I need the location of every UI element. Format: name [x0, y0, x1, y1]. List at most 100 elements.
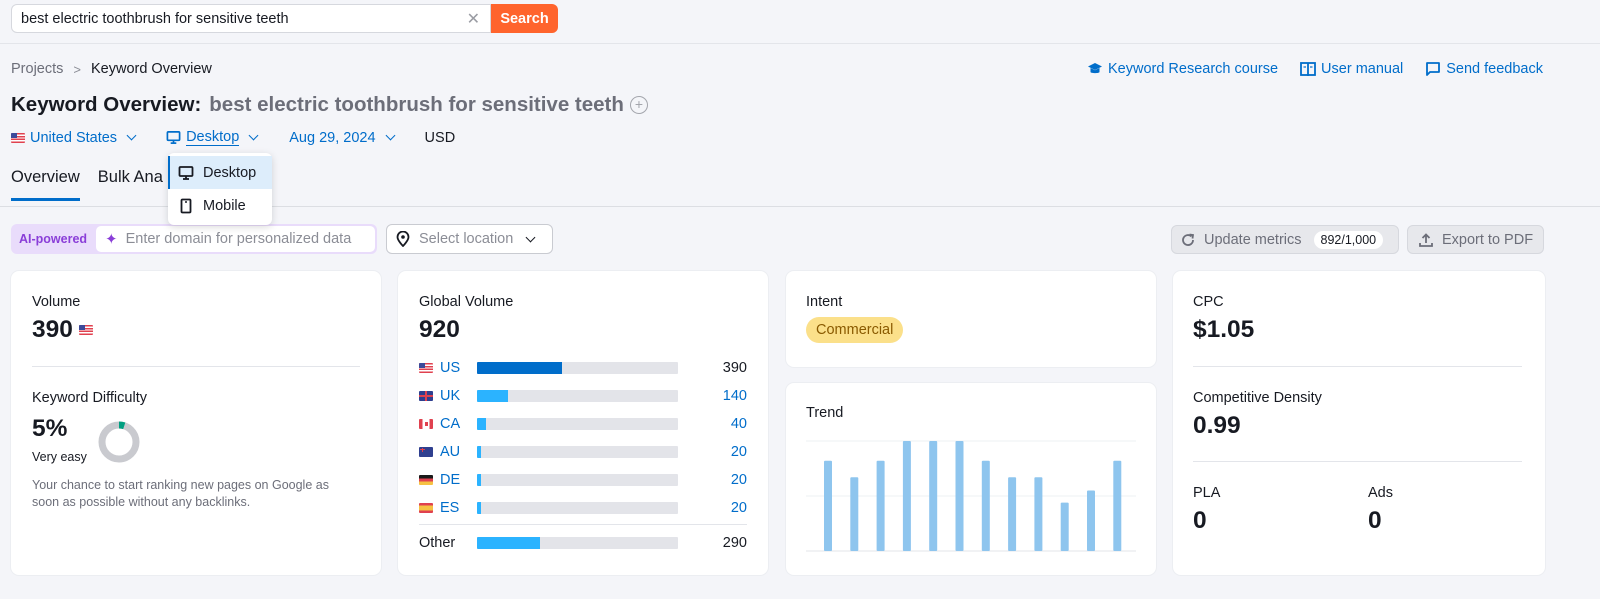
link-label: Send feedback — [1446, 61, 1543, 77]
close-icon[interactable]: ✕ — [467, 9, 480, 29]
kd-note: Your chance to start ranking new pages o… — [32, 478, 329, 509]
global-volume-label: Global Volume — [419, 294, 514, 310]
trend-bar[interactable] — [824, 460, 832, 551]
trend-bar[interactable] — [850, 477, 859, 551]
au-flag-icon — [419, 447, 433, 457]
trend-bar[interactable] — [1034, 477, 1043, 551]
pla-value: 0 — [1193, 507, 1207, 534]
cpc-card: CPC $1.05 Competitive Density 0.99 PLA 0… — [1173, 271, 1545, 575]
es-flag-icon — [419, 503, 433, 513]
country-code-link[interactable]: ES — [440, 500, 476, 516]
ai-powered-badge: AI-powered — [19, 232, 88, 246]
volume-divider — [32, 366, 360, 367]
keyword-search-input[interactable]: best electric toothbrush for sensitive t… — [11, 4, 491, 33]
country-code-link[interactable]: UK — [440, 388, 476, 404]
location-select[interactable]: Select location — [386, 224, 553, 254]
country-volume-value[interactable]: 20 — [731, 472, 747, 488]
other-bar-track — [477, 537, 678, 549]
country-bar-track — [477, 362, 678, 374]
intent-card: Intent Commercial — [786, 271, 1156, 367]
keyword-research-course-link[interactable]: Keyword Research course — [1087, 61, 1278, 77]
device-selector[interactable]: Desktop — [166, 129, 261, 146]
kd-rating: Very easy — [32, 450, 87, 464]
country-code-link[interactable]: CA — [440, 416, 476, 432]
uk-flag-icon — [419, 391, 433, 401]
refresh-icon — [1182, 233, 1195, 246]
help-links: Keyword Research course User manual Send… — [1087, 61, 1543, 77]
country-bar-fill — [477, 362, 563, 374]
country-volume-value[interactable]: 140 — [723, 388, 747, 404]
chevron-down-icon — [385, 130, 395, 141]
competitive-density-value: 0.99 — [1193, 412, 1241, 439]
breadcrumb-projects[interactable]: Projects — [11, 61, 63, 77]
other-bar-fill — [477, 537, 541, 549]
other-label: Other — [419, 535, 456, 551]
country-volume-value[interactable]: 20 — [731, 500, 747, 516]
country-volume-value[interactable]: 40 — [731, 416, 747, 432]
country-bar-fill — [477, 502, 482, 514]
dropdown-item-mobile[interactable]: Mobile — [168, 189, 272, 222]
user-manual-link[interactable]: User manual — [1300, 61, 1403, 77]
add-icon[interactable]: + — [629, 96, 648, 114]
sparkle-icon: ✦ — [105, 231, 118, 248]
competitive-density-label: Competitive Density — [1193, 390, 1322, 406]
upload-icon — [1419, 232, 1433, 247]
dropdown-item-label: Desktop — [203, 164, 257, 181]
volume-label: Volume — [32, 294, 81, 310]
country-volume-value[interactable]: 20 — [731, 444, 747, 460]
trend-bar[interactable] — [876, 460, 885, 551]
date-selector[interactable]: Aug 29, 2024 — [289, 130, 397, 146]
graduation-cap-icon — [1087, 63, 1102, 74]
trend-bar[interactable] — [902, 441, 911, 551]
link-label: Keyword Research course — [1107, 61, 1279, 77]
cpc-label: CPC — [1193, 294, 1224, 310]
trend-bar[interactable] — [1008, 477, 1017, 551]
country-label: United States — [30, 129, 118, 146]
desktop-icon — [166, 131, 181, 144]
tab-overview[interactable]: Overview — [11, 168, 80, 201]
intent-label: Intent — [806, 294, 843, 310]
country-volume-value[interactable]: 390 — [723, 360, 747, 376]
trend-bar[interactable] — [1113, 460, 1122, 551]
update-metrics-count: 892/1,000 — [1313, 230, 1384, 249]
trend-label: Trend — [806, 405, 844, 421]
send-feedback-link[interactable]: Send feedback — [1425, 61, 1543, 77]
trend-bar[interactable] — [981, 460, 990, 551]
desktop-icon — [178, 165, 194, 180]
tab-bulk-analysis[interactable]: Bulk Ana — [98, 168, 163, 201]
trend-bar[interactable] — [1060, 502, 1069, 551]
update-metrics-button[interactable]: Update metrics 892/1,000 — [1171, 225, 1399, 254]
country-bar-fill — [477, 446, 482, 458]
kd-value: 5% — [32, 415, 68, 442]
country-selector[interactable]: United States — [11, 130, 139, 146]
us-flag-icon — [419, 363, 433, 373]
intent-badge: Commercial — [806, 317, 904, 343]
chevron-down-icon — [525, 232, 536, 242]
kd-label: Keyword Difficulty — [32, 390, 147, 406]
trend-bar[interactable] — [929, 441, 938, 551]
date-label: Aug 29, 2024 — [289, 129, 376, 146]
breadcrumb: Projects > Keyword Overview — [11, 61, 212, 77]
country-bar-fill — [477, 474, 482, 486]
currency-label: USD — [424, 129, 456, 146]
cpc-value: $1.05 — [1193, 316, 1255, 343]
top-search-bar: best electric toothbrush for sensitive t… — [0, 0, 1600, 44]
trend-bar[interactable] — [955, 441, 964, 551]
country-code-link[interactable]: AU — [440, 444, 476, 460]
kd-donut-chart — [98, 421, 140, 463]
chevron-right-icon: > — [73, 61, 81, 77]
export-pdf-label: Export to PDF — [1442, 231, 1534, 248]
trend-bar[interactable] — [1087, 490, 1095, 552]
country-row-au: AU 20 — [419, 442, 747, 462]
dropdown-item-desktop[interactable]: Desktop — [168, 156, 272, 189]
export-pdf-button[interactable]: Export to PDF — [1407, 225, 1544, 254]
country-code-link[interactable]: US — [440, 360, 476, 376]
country-bar-track — [477, 502, 678, 514]
country-row-es: ES 20 — [419, 498, 747, 518]
country-code-link[interactable]: DE — [440, 472, 476, 488]
breadcrumb-current: Keyword Overview — [90, 61, 212, 77]
domain-input[interactable]: ✦ Enter domain for personalized data — [96, 226, 375, 252]
pla-label: PLA — [1193, 485, 1221, 501]
search-button[interactable]: Search — [491, 4, 558, 33]
country-bar-track — [477, 390, 678, 402]
